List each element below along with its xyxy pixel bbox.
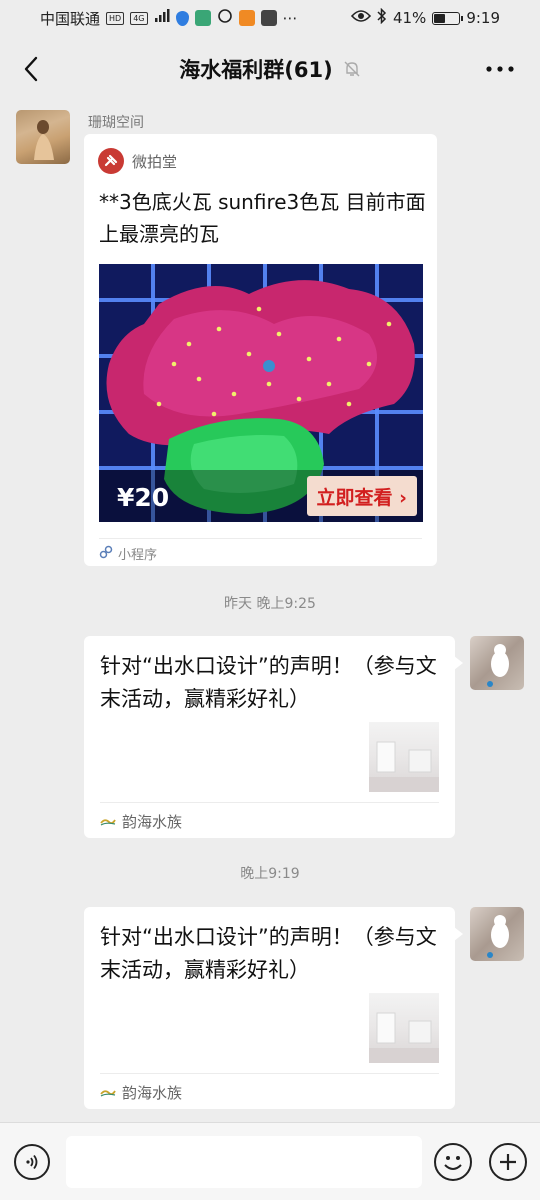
article-title: 针对“出水口设计”的声明！（参与文末活动，赢精彩好礼）: [100, 654, 437, 711]
voice-input-button[interactable]: [14, 1144, 50, 1180]
emoji-button[interactable]: [434, 1143, 472, 1181]
mute-bell-icon: [343, 60, 361, 78]
hd-badge: HD: [106, 11, 125, 25]
sender-avatar[interactable]: [16, 110, 70, 164]
article-card[interactable]: 针对“出水口设计”的声明！（参与文末活动，赢精彩好礼） 韵海水族: [84, 636, 463, 838]
mini-program-app-name: 微拍堂: [132, 152, 178, 171]
official-account-logo-icon: [100, 813, 116, 831]
divider: [100, 1073, 439, 1074]
article-source: 韵海水族: [122, 813, 183, 831]
plus-icon: [500, 1154, 516, 1170]
mini-program-label: 小程序: [118, 548, 158, 563]
chat-input-bar: [0, 1122, 540, 1200]
carrier-label: 中国联通: [40, 9, 101, 28]
status-bar: 中国联通 HD 4G ⋯ 41% 9:19: [0, 0, 540, 36]
divider: [99, 538, 422, 539]
voice-wave-icon: [26, 1154, 38, 1170]
sender-name: 珊瑚空间: [88, 115, 144, 131]
mini-program-link-icon: [99, 545, 113, 563]
divider: [100, 802, 439, 803]
back-button[interactable]: [14, 52, 48, 86]
signal-icon: [154, 9, 170, 27]
chat-title: 海水福利群(61): [179, 58, 333, 82]
mini-program-title: **3色底火瓦 sunfire3色瓦 目前市面上最漂亮的瓦: [99, 190, 426, 246]
coral-product-image: ¥20 立即查看 ›: [99, 264, 423, 522]
battery-icon: [432, 11, 464, 25]
more-dots-icon: [486, 66, 514, 72]
message-timestamp: 晚上9:19: [240, 866, 300, 882]
shield-app-icon: [175, 10, 189, 26]
article-title: 针对“出水口设计”的声明！（参与文末活动，赢精彩好礼）: [100, 925, 437, 982]
eye-icon: [350, 9, 372, 27]
clock: 9:19: [466, 9, 500, 27]
article-source: 韵海水族: [122, 1084, 183, 1102]
app-notification-icon: [194, 10, 211, 26]
battery-percent: 41%: [392, 9, 427, 27]
bluetooth-icon: [377, 7, 387, 28]
mini-program-card[interactable]: 微拍堂 **3色底火瓦 sunfire3色瓦 目前市面上最漂亮的瓦 ¥20 立即…: [84, 134, 437, 566]
loading-circle-icon: [217, 8, 233, 28]
more-notifications-icon: ⋯: [282, 9, 298, 27]
my-avatar[interactable]: [470, 907, 524, 961]
official-account-logo-icon: [100, 1084, 116, 1102]
article-thumbnail: [369, 993, 439, 1063]
weipaitang-logo-icon: [98, 148, 124, 174]
article-thumbnail: [369, 722, 439, 792]
smiley-icon: [444, 1156, 462, 1170]
mail-app-icon: [260, 10, 277, 26]
my-avatar[interactable]: [470, 636, 524, 690]
view-now-button[interactable]: 立即查看 ›: [306, 476, 417, 516]
more-options-button[interactable]: [480, 52, 520, 86]
play-app-icon: [238, 10, 255, 26]
more-functions-button[interactable]: [489, 1143, 527, 1181]
price-label: ¥20: [117, 483, 170, 512]
network-badge: 4G: [130, 11, 148, 25]
message-input[interactable]: [66, 1136, 422, 1188]
message-timestamp: 昨天 晚上9:25: [224, 596, 316, 612]
article-card[interactable]: 针对“出水口设计”的声明！（参与文末活动，赢精彩好礼） 韵海水族: [84, 907, 463, 1109]
chevron-left-icon: [24, 56, 38, 82]
chat-header: 海水福利群(61): [0, 38, 540, 100]
